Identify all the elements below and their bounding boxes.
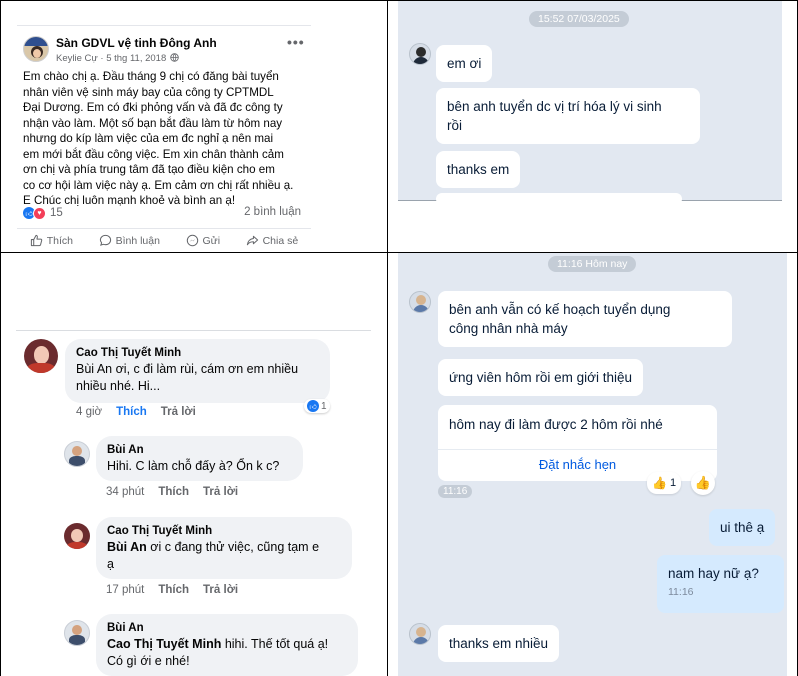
contact-avatar[interactable]	[409, 291, 431, 313]
globe-icon	[170, 53, 179, 62]
page-name[interactable]: Sàn GDVL vệ tinh Đông Anh	[56, 36, 217, 50]
contact-avatar[interactable]	[409, 43, 431, 65]
thumbs-up-icon: 👍	[652, 476, 667, 490]
commenter-avatar[interactable]	[64, 523, 90, 549]
contact-avatar[interactable]	[409, 623, 431, 645]
screenshot-collage: Sàn GDVL vệ tinh Đông Anh Keylie Cự · 5 …	[0, 0, 798, 676]
like-button[interactable]: Thích	[30, 234, 73, 247]
panel-divider-vertical	[387, 0, 388, 676]
message-bubble[interactable]: bên anh vẫn có kế hoạch tuyển dụng công …	[438, 291, 732, 347]
commenter-avatar[interactable]	[24, 339, 58, 373]
comment-bubble: Cao Thị Tuyết Minh Bùi An ơi c đang thử …	[96, 517, 352, 579]
like-comment-button[interactable]: Thích	[158, 486, 189, 498]
commenter-avatar[interactable]	[64, 620, 90, 646]
comment-time: 17 phút	[106, 584, 145, 596]
chat-timestamp: 15:52 07/03/2025	[529, 11, 629, 27]
like-comment-button[interactable]: Thích	[158, 584, 189, 596]
message-bubble[interactable]: em ơi	[436, 45, 493, 82]
message-time: 11:16	[438, 485, 473, 498]
comment-bubble: Bùi An Hihi. C làm chỗ đấy à? Ổn k c?	[96, 436, 303, 481]
messenger-icon	[186, 234, 198, 247]
message-bubble[interactable]: ứng viên hôm rồi em giới thiệu	[438, 359, 643, 396]
facebook-post: Sàn GDVL vệ tinh Đông Anh Keylie Cự · 5 …	[17, 25, 311, 251]
panel-divider-horizontal	[0, 252, 798, 253]
reply-comment-button[interactable]: Trả lời	[161, 406, 196, 418]
page-avatar[interactable]	[23, 36, 49, 62]
like-reaction-icon: 👍︎	[307, 400, 319, 412]
chat-timestamp: 11:16 Hôm nay	[548, 256, 637, 272]
speech-bubble-icon	[99, 234, 111, 246]
message-bubble-partial	[436, 193, 682, 205]
more-options-icon[interactable]: •••	[287, 34, 305, 50]
message-bubble[interactable]: thanks em nhiều	[438, 625, 560, 662]
comment-meta: 17 phút Thích Trả lời	[106, 584, 238, 596]
thumbs-up-icon	[30, 234, 43, 247]
post-body: Em chào chị ạ. Đầu tháng 9 chị có đăng b…	[23, 70, 294, 207]
send-button[interactable]: Gửi	[186, 234, 220, 247]
comment-meta: 4 giờ Thích Trả lời	[76, 406, 196, 418]
message-bubble[interactable]: bên anh tuyển dc vị trí hóa lý vi sinh r…	[436, 88, 700, 144]
share-button[interactable]: Chia sẻ	[246, 234, 298, 247]
comment-bubble: Bùi An Cao Thị Tuyết Minh hihi. Thế tốt …	[96, 614, 358, 676]
sent-message-bubble[interactable]: ui thê ạ	[709, 509, 776, 546]
share-arrow-icon	[246, 235, 258, 246]
chat-panel-bottom: 11:16 Hôm nay bên anh vẫn có kế hoạch tu…	[388, 253, 797, 676]
mention[interactable]: Bùi An	[107, 540, 147, 554]
mention[interactable]: Cao Thị Tuyết Minh	[107, 637, 221, 651]
commenter-name[interactable]: Cao Thị Tuyết Minh	[107, 524, 341, 539]
commenter-name[interactable]: Bùi An	[107, 443, 292, 458]
reaction-count: 15	[50, 207, 63, 219]
reply-comment-button[interactable]: Trả lời	[203, 486, 238, 498]
comment-time: 4 giờ	[76, 406, 103, 418]
message-reaction[interactable]: 👍 1	[647, 472, 682, 494]
comment-time: 34 phút	[106, 486, 145, 498]
facebook-comments-panel: Cao Thị Tuyết Minh Bùi An ơi, c đi làm r…	[1, 253, 387, 676]
reply-comment-button[interactable]: Trả lời	[203, 584, 238, 596]
thumbs-up-icon: 👍	[694, 475, 712, 490]
message-bubble-with-reminder[interactable]: hôm nay đi làm được 2 hôm rồi nhé Đặt nh…	[438, 405, 717, 481]
message-time: 11:16	[668, 586, 694, 598]
like-comment-button[interactable]: Thích	[116, 406, 147, 418]
love-reaction-icon: ♥	[33, 206, 46, 220]
comment-button[interactable]: Bình luận	[99, 234, 160, 247]
message-bubble[interactable]: thanks em	[436, 151, 521, 188]
chat-panel-top: 15:52 07/03/2025 em ơi bên anh tuyển dc …	[388, 1, 797, 252]
comment-bubble: Cao Thị Tuyết Minh Bùi An ơi, c đi làm r…	[65, 339, 330, 403]
post-meta: Keylie Cự · 5 thg 11, 2018	[56, 53, 179, 64]
reaction-summary[interactable]: 👍︎ ♥ 15	[23, 206, 63, 220]
commenter-name[interactable]: Cao Thị Tuyết Minh	[76, 346, 319, 361]
divider	[16, 330, 371, 331]
commenter-name[interactable]: Bùi An	[107, 621, 347, 636]
comment-meta: 34 phút Thích Trả lời	[106, 486, 238, 498]
react-button[interactable]: 👍	[691, 471, 715, 495]
facebook-post-panel: Sàn GDVL vệ tinh Đông Anh Keylie Cự · 5 …	[1, 1, 387, 252]
commenter-avatar[interactable]	[64, 441, 90, 467]
comment-count[interactable]: 2 bình luận	[244, 206, 301, 218]
post-action-bar: Thích Bình luận Gửi Chia sẻ	[17, 228, 311, 252]
sent-message-bubble[interactable]: nam hay nữ ạ? 11:16	[657, 555, 784, 613]
post-date[interactable]: 5 thg 11, 2018	[106, 53, 166, 64]
post-author[interactable]: Keylie Cự	[56, 53, 98, 64]
comment-reaction[interactable]: 👍︎ 1	[304, 399, 330, 413]
